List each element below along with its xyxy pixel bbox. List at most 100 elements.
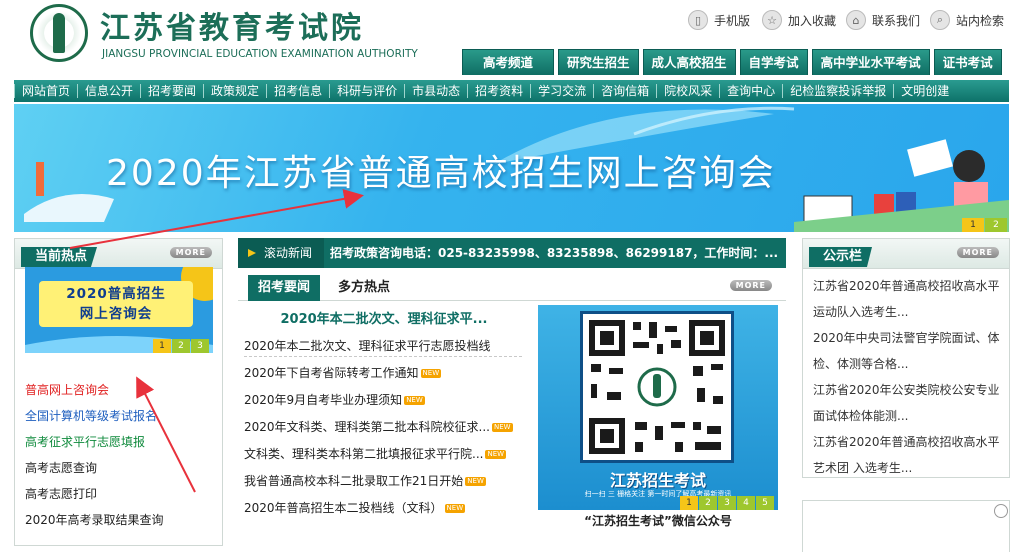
news-headline[interactable]: 2020年本二批次文、理科征求平... — [244, 308, 524, 327]
favorite-link-label: 加入收藏 — [788, 13, 837, 28]
notice-more-button[interactable]: MORE — [956, 247, 999, 258]
hot-dot-3[interactable]: 3 — [191, 339, 209, 353]
qr-dot-2[interactable]: 2 — [699, 496, 717, 510]
nav-mailbox[interactable]: 咨询信箱 — [593, 84, 656, 98]
hot-topics-more-button[interactable]: MORE — [169, 247, 212, 258]
news-item-text: 文科类、理科类本科第二批填报征求平行院... — [244, 447, 484, 461]
scrolling-news-label: 滚动新闻 — [238, 238, 325, 268]
contact-link-label: 联系我们 — [872, 13, 921, 28]
banner-slide-dots: 1 2 — [961, 218, 1007, 232]
hot-item-consult[interactable]: 普高网上咨询会 — [25, 377, 225, 403]
news-item[interactable]: 2020年本二批次文、理科征求平行志愿投档线 — [244, 337, 534, 354]
nav-learning[interactable]: 学习交流 — [530, 84, 593, 98]
nav-complaint[interactable]: 纪检监察投诉举报 — [782, 84, 893, 98]
notice-item-4[interactable]: 江苏省2020年普通高校招收高水平 艺术团 入选考生... — [813, 429, 1001, 481]
hot-item-volunteer-print[interactable]: 高考志愿打印 — [25, 481, 225, 507]
qr-code-icon — [580, 311, 734, 463]
banner[interactable]: 2020年江苏省普通高校招生网上咨询会 1 2 — [14, 104, 1009, 232]
tab-certificate[interactable]: 证书考试 — [933, 49, 1002, 75]
notice-item-2[interactable]: 2020年中央司法警官学院面试、体 检、体测等合格... — [813, 325, 1001, 377]
news-item[interactable]: 2020年下自考省际转考工作通知 NEW — [244, 364, 534, 381]
nav-news[interactable]: 招考要闻 — [140, 84, 203, 98]
qr-title: 江苏招生考试 — [609, 471, 706, 490]
notice-header: 公示栏 MORE — [803, 239, 1009, 269]
tab-graduate[interactable]: 研究生招生 — [558, 49, 639, 75]
nav-policy[interactable]: 政策规定 — [203, 84, 266, 98]
banner-title: 2020年江苏省普通高校招生网上咨询会 — [106, 153, 776, 194]
hot-topics-header: 当前热点 MORE — [15, 239, 222, 269]
hot-item-computer-exam[interactable]: 全国计算机等级考试报名 — [25, 403, 225, 429]
nav-exam-info[interactable]: 招考信息 — [266, 84, 329, 98]
news-item[interactable]: 2020年文科类、理科类第二批本科院校征求... NEW — [244, 418, 534, 435]
notice-line: 江苏省2020年普通高校招收高水平 — [813, 435, 1000, 449]
nav-civilization[interactable]: 文明创建 — [893, 84, 956, 98]
main-nav: 网站首页 信息公开 招考要闻 政策规定 招考信息 科研与评价 市县动态 招考资料… — [14, 80, 1009, 102]
news-item-text: 2020年9月自考毕业办理须知 — [244, 393, 403, 407]
notice-line: 面试体检体能测... — [813, 409, 909, 423]
hot-dot-2[interactable]: 2 — [172, 339, 190, 353]
news-item-text: 2020年文科类、理科类第二批本科院校征求... — [244, 420, 490, 434]
headline-divider — [244, 356, 522, 357]
banner-dot-1[interactable]: 1 — [962, 218, 984, 232]
notice-line: 艺术团 入选考生... — [813, 461, 913, 475]
notice-item-1[interactable]: 江苏省2020年普通高校招收高水平 运动队入选考生... — [813, 273, 1001, 325]
notice-item-3[interactable]: 江苏省2020年公安类院校公安专业 面试体检体能测... — [813, 377, 1001, 429]
news-more-button[interactable]: MORE — [729, 280, 772, 291]
contact-link[interactable]: ⌂ 联系我们 — [846, 10, 920, 30]
logo-emblem-icon[interactable] — [30, 4, 88, 62]
nav-materials[interactable]: 招考资料 — [467, 84, 530, 98]
tab-gaokao[interactable]: 高考频道 — [462, 49, 555, 75]
hot-topics-list: 普高网上咨询会 全国计算机等级考试报名 高考征求平行志愿填报 高考志愿查询 高考… — [25, 377, 225, 533]
qr-dot-4[interactable]: 4 — [737, 496, 755, 510]
new-badge: NEW — [465, 477, 486, 486]
nav-query[interactable]: 查询中心 — [719, 84, 782, 98]
close-icon[interactable] — [994, 504, 1008, 518]
nav-research[interactable]: 科研与评价 — [329, 84, 404, 98]
qr-dot-1[interactable]: 1 — [680, 496, 698, 510]
tab-adult[interactable]: 成人高校招生 — [642, 49, 736, 75]
news-item[interactable]: 2020年普高招生本二投档线（文科） NEW — [244, 499, 534, 516]
notice-line: 运动队入选考生... — [813, 305, 909, 319]
home-icon: ⌂ — [846, 10, 866, 30]
banner-dot-2[interactable]: 2 — [985, 218, 1007, 232]
nav-home[interactable]: 网站首页 — [14, 84, 77, 98]
hot-item-volunteer-query[interactable]: 高考志愿查询 — [25, 455, 225, 481]
qr-caption: “江苏招生考试”微信公众号 — [584, 514, 732, 528]
site-search-link-label: 站内检索 — [956, 13, 1005, 28]
hot-dot-1[interactable]: 1 — [153, 339, 171, 353]
new-badge: NEW — [491, 423, 513, 432]
tab-hot-news[interactable]: 多方热点 — [328, 275, 400, 301]
tab-exam-news[interactable]: 招考要闻 — [248, 275, 321, 301]
favorite-link[interactable]: ☆ 加入收藏 — [762, 10, 836, 30]
tab-academic-level[interactable]: 高中学业水平考试 — [811, 49, 930, 75]
nav-colleges[interactable]: 院校风采 — [656, 84, 719, 98]
notice-line: 江苏省2020年普通高校招收高水平 — [813, 279, 1000, 293]
qr-dot-5[interactable]: 5 — [756, 496, 774, 510]
mobile-link[interactable]: ▯ 手机版 — [688, 10, 750, 30]
nav-city[interactable]: 市县动态 — [404, 84, 467, 98]
hot-item-parallel[interactable]: 高考征求平行志愿填报 — [25, 429, 225, 455]
wechat-qr-box[interactable]: 江苏招生考试 扫一扫 三 栅格关注 第一时间了解高考最新资讯 1 2 3 4 5 — [538, 305, 778, 510]
tab-self-study[interactable]: 自学考试 — [739, 49, 808, 75]
scrolling-news: 滚动新闻 招考政策咨询电话：025-83235998、83235898、8629… — [238, 238, 786, 268]
news-item-text: 我省普通高校本科二批录取工作21日开始 — [244, 474, 464, 488]
scrolling-news-text[interactable]: 招考政策咨询电话：025-83235998、83235898、86299187，… — [330, 238, 778, 268]
notice-line: 检、体测等合格... — [813, 357, 909, 371]
notice-panel: 公示栏 MORE 江苏省2020年普通高校招收高水平 运动队入选考生... 20… — [802, 238, 1010, 478]
news-item[interactable]: 2020年9月自考毕业办理须知 NEW — [244, 391, 534, 408]
mobile-icon: ▯ — [688, 10, 708, 30]
hot-item-admission-query[interactable]: 2020年高考录取结果查询 — [25, 507, 225, 533]
hot-image-text: 2020普高招生 网上咨询会 — [39, 281, 193, 327]
news-tabs: 招考要闻 多方热点 MORE — [238, 275, 786, 301]
hot-image-line1: 2020普高招生 — [66, 286, 166, 302]
nav-info[interactable]: 信息公开 — [77, 84, 140, 98]
qr-dot-3[interactable]: 3 — [718, 496, 736, 510]
news-item[interactable]: 文科类、理科类本科第二批填报征求平行院... NEW — [244, 445, 534, 462]
logo-title[interactable]: 江苏省教育考试院 — [100, 12, 364, 46]
hot-topic-image[interactable]: 2020普高招生 网上咨询会 1 2 3 — [25, 267, 213, 353]
hot-topics-title: 当前热点 — [21, 247, 98, 267]
logo-subtitle: JIANGSU PROVINCIAL EDUCATION EXAMINATION… — [102, 48, 418, 60]
notice-title: 公示栏 — [809, 247, 873, 267]
news-item[interactable]: 我省普通高校本科二批录取工作21日开始 NEW — [244, 472, 534, 489]
site-search-link[interactable]: ⌕ 站内检索 — [930, 10, 1004, 30]
